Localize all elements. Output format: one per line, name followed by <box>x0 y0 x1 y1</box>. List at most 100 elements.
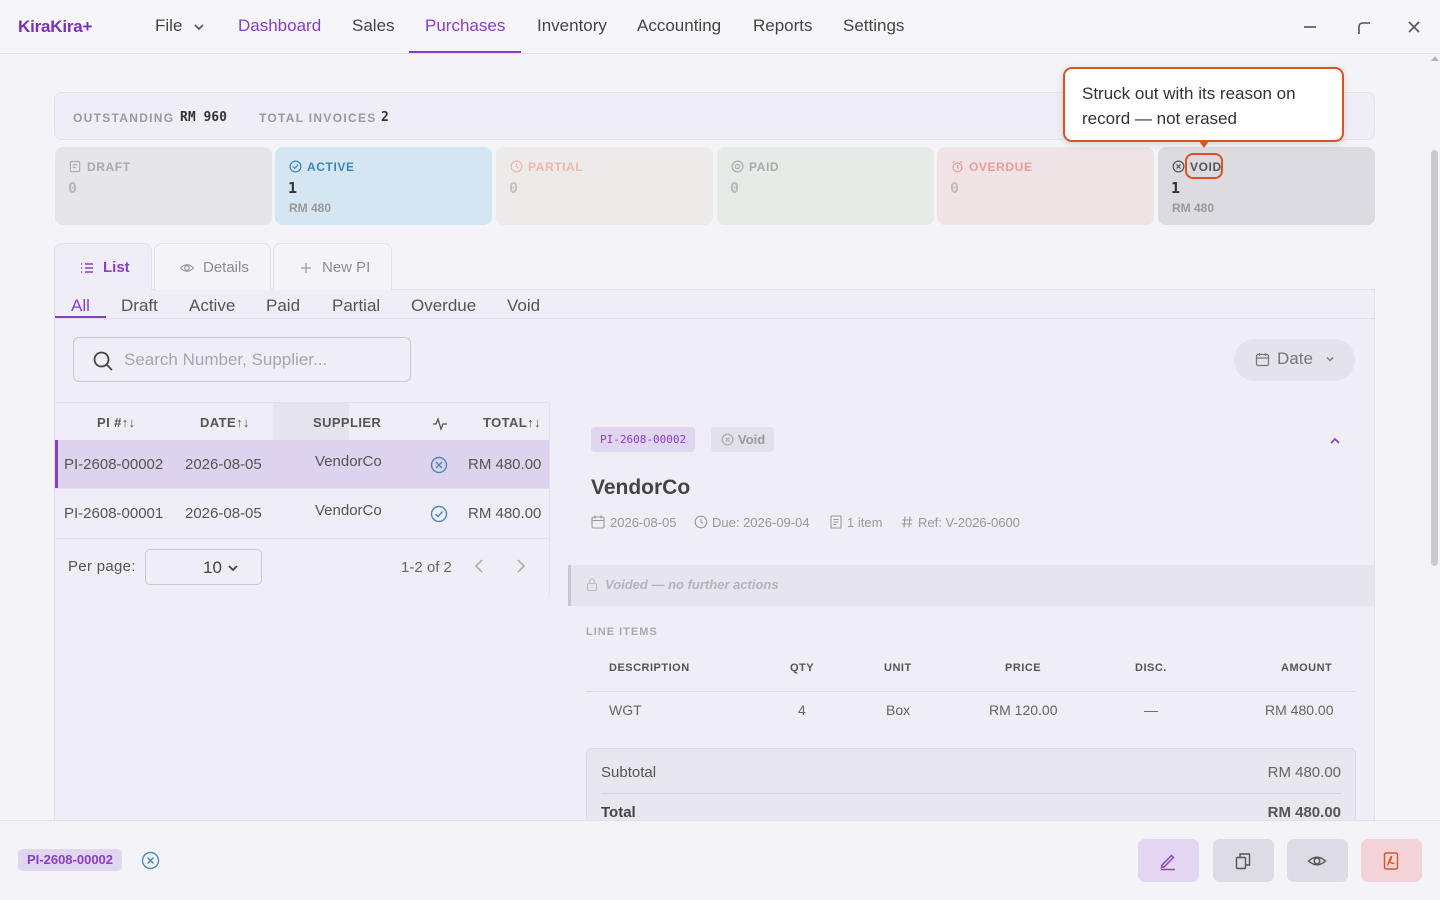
check-circle-icon <box>289 160 302 173</box>
status-card-count: 1 <box>288 179 298 197</box>
filter-all[interactable]: All <box>71 296 90 316</box>
detail-vendor: VendorCo <box>591 476 691 499</box>
void-icon <box>1172 160 1185 173</box>
void-icon <box>721 433 734 446</box>
status-card-amount: RM 480 <box>289 201 332 215</box>
detail-number-badge: PI-2608-00002 <box>591 427 696 452</box>
column-header-number[interactable]: PI #↑↓ <box>97 415 136 430</box>
filter-void[interactable]: Void <box>507 296 540 316</box>
tooltip-arrow <box>1199 141 1209 148</box>
search-input[interactable] <box>124 348 404 372</box>
tab-list-label: List <box>103 259 130 276</box>
tooltip-text: Struck out with its reason on record — n… <box>1082 84 1296 128</box>
hash-icon <box>901 516 913 528</box>
restore-icon[interactable] <box>1351 14 1377 40</box>
selected-invoice-badge: PI-2608-00002 <box>18 849 123 871</box>
filter-overdue[interactable]: Overdue <box>411 296 476 316</box>
scrollbar-thumb[interactable] <box>1431 150 1438 566</box>
status-card-partial[interactable]: PARTIAL 0 <box>496 147 713 225</box>
line-amount: RM 480.00 <box>1265 702 1334 718</box>
nav-purchases[interactable]: Purchases <box>425 16 505 36</box>
status-card-paid[interactable]: PAID 0 <box>717 147 934 225</box>
nav-accounting[interactable]: Accounting <box>637 16 721 36</box>
list-icon <box>81 263 93 273</box>
date-filter-button[interactable]: Date <box>1234 339 1355 381</box>
nav-reports[interactable]: Reports <box>753 16 813 36</box>
line-disc: — <box>1144 702 1158 718</box>
line-description: WGT <box>609 702 642 718</box>
eye-icon <box>1307 856 1327 866</box>
column-header-supplier: SUPPLIER <box>313 415 382 430</box>
void-status-icon <box>141 851 160 870</box>
nav-dashboard[interactable]: Dashboard <box>238 16 321 36</box>
line-header-qty: QTY <box>790 662 815 674</box>
void-label-highlight <box>1185 153 1223 179</box>
previous-page-icon[interactable] <box>471 557 489 575</box>
menu-file[interactable]: File <box>155 16 205 36</box>
filter-partial[interactable]: Partial <box>332 296 380 316</box>
line-header-unit: UNIT <box>884 662 912 674</box>
clock-icon <box>510 160 523 173</box>
detail-items: 1 item <box>847 515 883 530</box>
status-card-count: 0 <box>509 179 519 197</box>
search-icon <box>93 351 113 371</box>
status-card-draft[interactable]: DRAFT 0 <box>55 147 272 225</box>
duplicate-button[interactable] <box>1213 839 1274 882</box>
tab-list[interactable]: List <box>54 243 152 290</box>
tab-details-label: Details <box>203 259 249 276</box>
title-bar: KiraKira+ File Dashboard Sales Purchases… <box>0 0 1440 54</box>
scroll-up-arrow[interactable] <box>1431 56 1439 61</box>
search-box[interactable] <box>73 337 411 382</box>
tab-new-pi[interactable]: New PI <box>273 243 392 290</box>
status-card-active[interactable]: ACTIVE 1 RM 480 <box>275 147 492 225</box>
alarm-icon <box>952 160 963 173</box>
pane-divider <box>549 402 550 595</box>
date-filter-label: Date <box>1277 349 1313 368</box>
close-icon[interactable] <box>1401 14 1427 40</box>
line-header-description: DESCRIPTION <box>609 662 690 674</box>
void-status-icon <box>430 456 448 474</box>
detail-date: 2026-08-05 <box>610 515 677 530</box>
status-card-label: OVERDUE <box>969 160 1033 174</box>
subtotal-value: RM 480.00 <box>1267 764 1341 781</box>
per-page-label: Per page: <box>68 558 136 575</box>
preview-button[interactable] <box>1287 839 1348 882</box>
activity-icon <box>433 417 447 431</box>
export-pdf-button[interactable] <box>1361 839 1422 882</box>
filter-paid[interactable]: Paid <box>266 296 300 316</box>
row-supplier: VendorCo <box>315 453 382 470</box>
line-header-disc: DISC. <box>1135 662 1167 674</box>
nav-settings[interactable]: Settings <box>843 16 904 36</box>
row-total: RM 480.00 <box>468 456 542 473</box>
next-page-icon[interactable] <box>511 557 529 575</box>
table-row[interactable]: PI-2608-00002 2026-08-05 VendorCo RM 480… <box>55 440 549 488</box>
paid-icon <box>731 160 744 173</box>
nav-inventory[interactable]: Inventory <box>537 16 607 36</box>
tab-details[interactable]: Details <box>154 243 271 290</box>
filter-active[interactable]: Active <box>189 296 235 316</box>
column-header-total[interactable]: TOTAL↑↓ <box>483 415 541 430</box>
filter-draft[interactable]: Draft <box>121 296 158 316</box>
voided-notice: Voided — no further actions <box>568 565 1374 606</box>
row-total: RM 480.00 <box>468 505 542 522</box>
row-supplier: VendorCo <box>315 502 382 519</box>
callout-tooltip: Struck out with its reason on record — n… <box>1063 67 1344 142</box>
minimize-icon[interactable] <box>1297 14 1323 40</box>
detail-due: Due: 2026-09-04 <box>712 515 810 530</box>
column-header-date[interactable]: DATE↑↓ <box>200 415 250 430</box>
status-card-overdue[interactable]: OVERDUE 0 <box>937 147 1154 225</box>
status-card-count: 0 <box>68 179 78 197</box>
calendar-icon <box>591 515 605 529</box>
per-page-value: 10 <box>203 558 222 577</box>
edit-button[interactable] <box>1138 839 1199 882</box>
copy-icon <box>1235 853 1251 870</box>
outstanding-label: OUTSTANDING <box>73 111 175 125</box>
status-card-amount: RM 480 <box>1172 201 1215 215</box>
total-invoices-label: TOTAL INVOICES <box>259 111 377 125</box>
table-row[interactable]: PI-2608-00001 2026-08-05 VendorCo RM 480… <box>55 489 549 537</box>
per-page-select[interactable]: 10 <box>145 549 262 585</box>
line-header-amount: AMOUNT <box>1281 662 1333 674</box>
chevron-up-icon[interactable] <box>1327 433 1343 449</box>
plus-icon <box>301 263 311 273</box>
nav-sales[interactable]: Sales <box>352 16 395 36</box>
